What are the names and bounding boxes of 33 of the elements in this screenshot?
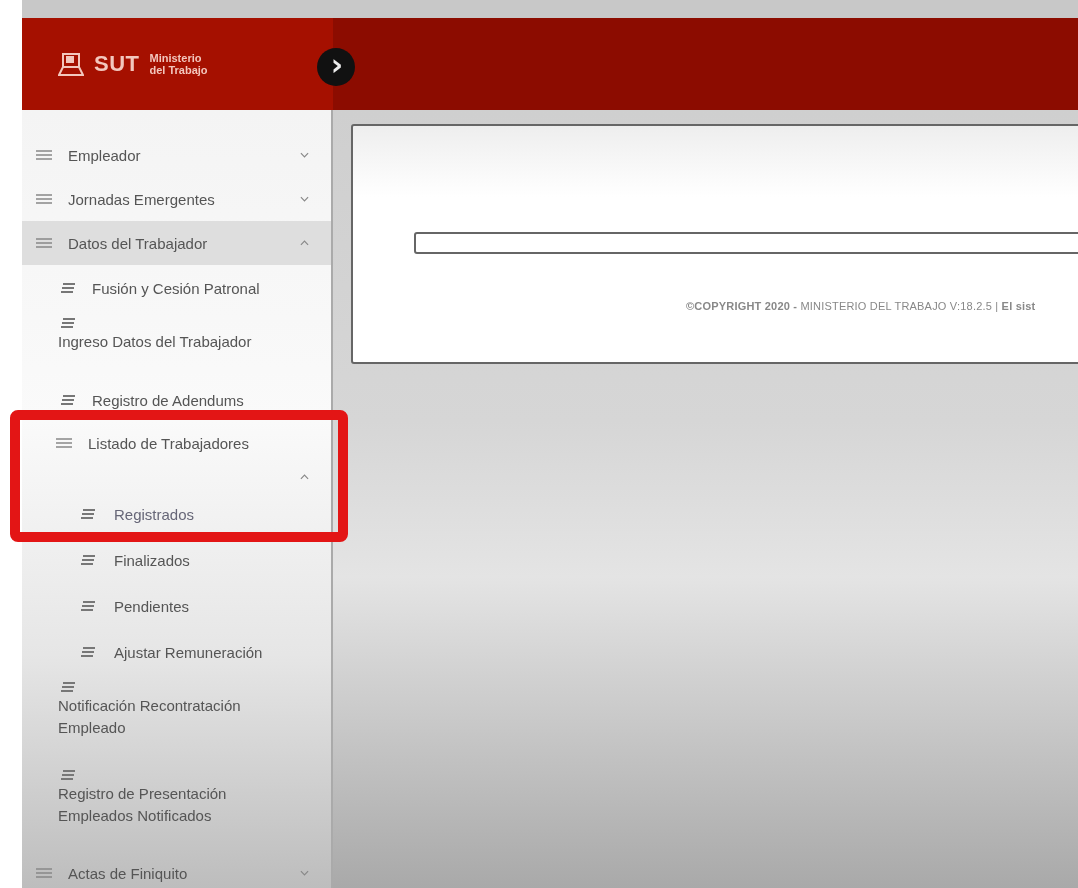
sidebar-item[interactable]: Datos del Trabajador [22, 221, 331, 265]
menu-icon [56, 437, 72, 449]
menu-icon [80, 508, 96, 520]
menu-icon [80, 554, 96, 566]
menu-icon [36, 237, 52, 249]
sidebar-item[interactable]: Listado de Trabajadores [56, 423, 309, 463]
menu-icon [80, 646, 96, 658]
sidebar-item[interactable]: Registrados [56, 491, 309, 537]
menu-icon [60, 681, 76, 693]
laptop-icon [58, 51, 84, 77]
input-field[interactable] [414, 232, 1078, 254]
menu-icon [60, 317, 76, 329]
sidebar-item[interactable]: Registro de Presentación Empleados Notificados [22, 763, 298, 851]
menu-icon [60, 282, 76, 294]
menu-icon [36, 149, 52, 161]
sidebar-item[interactable]: Registro de Adendums [22, 377, 331, 423]
menu-icon [60, 394, 76, 406]
logo-text: SUT [94, 51, 140, 77]
sidebar-item[interactable]: Empleador [22, 133, 331, 177]
sidebar-item[interactable]: Ingreso Datos del Trabajador [22, 311, 298, 377]
sidebar-item[interactable]: Actas de Finiquito [22, 851, 331, 888]
ministry-name: Ministerio del Trabajo [149, 51, 209, 77]
menu-icon [36, 193, 52, 205]
menu-icon [36, 867, 52, 879]
sidebar-item[interactable]: Finalizados [56, 537, 309, 583]
sidebar-item[interactable]: Jornadas Emergentes [22, 177, 331, 221]
copyright-text: ©COPYRIGHT 2020 - MINISTERIO DEL TRABAJO V:18.2.5 | El sist [686, 300, 1036, 312]
menu-icon [60, 769, 76, 781]
sidebar-item[interactable]: Fusión y Cesión Patronal [22, 265, 331, 311]
menu-icon [80, 600, 96, 612]
sidebar-item[interactable]: Pendientes [56, 583, 309, 629]
sidebar-item[interactable]: Ajustar Remuneración [56, 629, 309, 675]
sidebar-item[interactable]: Notificación Recontratación Empleado [22, 675, 298, 763]
